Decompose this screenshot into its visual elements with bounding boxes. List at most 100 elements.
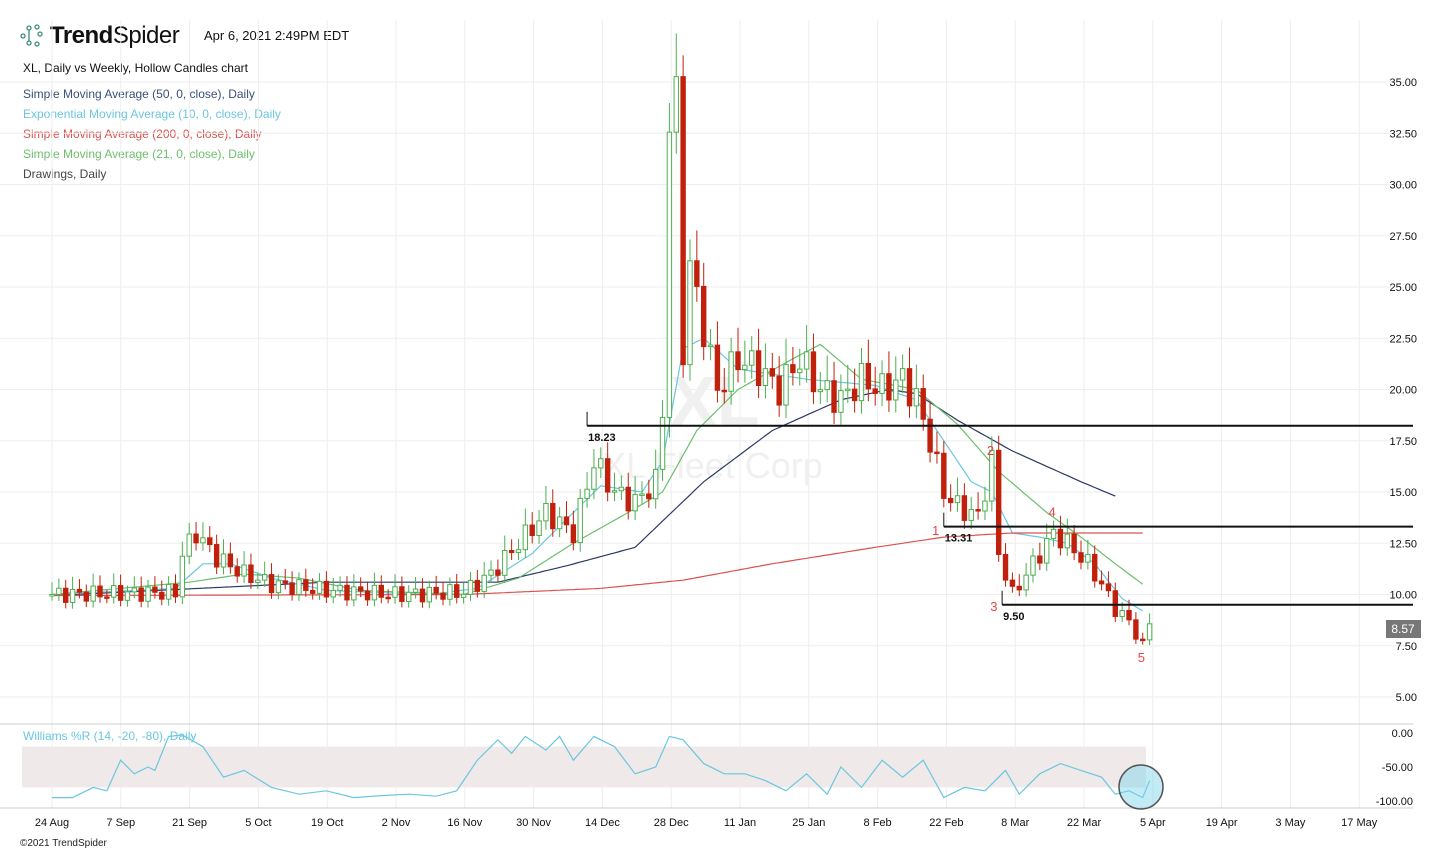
candle-bearish: [344, 584, 350, 601]
x-tick-label: 2 Nov: [382, 817, 411, 829]
candle-bearish: [1071, 533, 1077, 554]
candle-bearish: [1112, 590, 1118, 617]
candle-bearish: [714, 344, 721, 391]
y-tick-label: 22.50: [1389, 333, 1417, 345]
candle-bearish: [755, 350, 762, 386]
candle-bearish: [941, 452, 947, 499]
candle-bullish: [200, 537, 206, 544]
candle-bullish: [371, 584, 378, 601]
candle-bullish: [1085, 553, 1091, 563]
candle-bearish: [385, 596, 391, 600]
candle-bullish: [111, 585, 117, 598]
x-tick-label: 7 Sep: [106, 817, 135, 829]
candle-bearish: [721, 389, 727, 393]
candle-bearish: [1098, 580, 1105, 585]
candle-bearish: [378, 584, 384, 598]
candle-bearish: [1057, 528, 1064, 549]
candle-bullish: [817, 389, 824, 393]
candle-bullish: [618, 486, 625, 492]
candle-bullish: [488, 569, 494, 576]
candle-bearish: [419, 588, 426, 603]
y-tick-label: 27.50: [1389, 231, 1417, 243]
candle-bearish: [934, 451, 940, 455]
candle-bullish: [467, 579, 474, 595]
candle-bullish: [845, 388, 851, 392]
candle-bullish: [316, 580, 323, 594]
candle-bullish: [728, 351, 734, 392]
candle-bearish: [248, 564, 254, 583]
y-tick-label: 25.00: [1389, 282, 1417, 294]
candle-bearish: [474, 579, 481, 592]
price-chart[interactable]: 35.0032.5030.0027.5025.0022.5020.0017.50…: [0, 0, 1443, 853]
candle-bullish: [584, 488, 590, 499]
candle-bullish: [577, 497, 583, 544]
y-tick-label: 5.00: [1396, 692, 1417, 704]
candle-bullish: [179, 555, 186, 598]
x-tick-label: 14 Dec: [585, 817, 620, 829]
candle-bullish: [556, 516, 563, 530]
candle-bearish: [303, 579, 309, 591]
candle-bullish: [1050, 528, 1057, 539]
x-tick-label: 22 Feb: [929, 817, 963, 829]
candle-bearish: [851, 388, 858, 402]
candle-bearish: [289, 582, 295, 595]
last-price-label: 8.57: [1391, 622, 1415, 636]
candle-bearish: [159, 591, 165, 600]
candle-bullish: [515, 549, 522, 554]
candle-bearish: [694, 260, 700, 287]
candle-bearish: [138, 587, 144, 602]
candle-bearish: [97, 585, 103, 598]
x-tick-label: 11 Jan: [724, 817, 756, 829]
y-tick-label: 15.00: [1389, 487, 1417, 499]
y-tick-label: 35.00: [1389, 77, 1417, 89]
wr-tick-label: -100.00: [1376, 796, 1413, 808]
candle-bullish: [337, 584, 343, 591]
candle-bullish: [131, 587, 138, 593]
candle-bearish: [1126, 609, 1132, 621]
candle-bearish: [1105, 583, 1112, 592]
ma-line: [51, 337, 1144, 612]
candle-bearish: [1037, 555, 1043, 564]
x-tick-label: 5 Oct: [245, 817, 271, 829]
x-tick-label: 19 Apr: [1206, 817, 1238, 829]
candle-bullish: [502, 549, 508, 576]
candle-bearish: [701, 285, 707, 348]
candle-bearish: [1133, 619, 1139, 640]
candle-bearish: [776, 375, 782, 406]
candle-bearish: [865, 362, 872, 390]
candle-bearish: [282, 580, 288, 584]
candle-bearish: [1078, 552, 1084, 563]
candle-bearish: [550, 502, 556, 530]
candle-bullish: [426, 586, 433, 603]
candle-bearish: [735, 351, 741, 371]
candle-bearish: [1002, 553, 1009, 581]
level-label: 18.23: [588, 432, 616, 444]
candle-bullish: [742, 364, 748, 371]
y-tick-label: 32.50: [1389, 128, 1417, 140]
candle-bullish: [351, 586, 357, 601]
candle-bearish: [234, 566, 240, 577]
williams-r-label: Williams %R (14, -20, -80), Daily: [23, 729, 196, 743]
candle-bullish: [639, 493, 645, 496]
candle-bearish: [433, 586, 439, 594]
candle-bearish: [440, 592, 446, 600]
candle-bearish: [117, 585, 124, 601]
wave-label: 2: [987, 443, 994, 458]
candle-bullish: [899, 368, 906, 381]
candle-bullish: [145, 586, 151, 602]
candle-bullish: [1119, 609, 1125, 617]
candle-bullish: [858, 362, 865, 402]
level-label: 9.50: [1003, 611, 1024, 623]
candle-bullish: [687, 260, 693, 366]
candle-bullish: [652, 468, 659, 500]
candle-bullish: [460, 593, 467, 598]
candle-bearish: [995, 449, 1002, 555]
candle-bullish: [255, 579, 261, 583]
x-tick-label: 28 Dec: [654, 817, 689, 829]
y-tick-label: 17.50: [1389, 436, 1417, 448]
wave-label: 5: [1138, 650, 1145, 665]
x-tick-label: 8 Feb: [864, 817, 892, 829]
candle-bullish: [707, 344, 714, 348]
candle-bearish: [1140, 638, 1146, 642]
candle-bearish: [790, 364, 796, 374]
